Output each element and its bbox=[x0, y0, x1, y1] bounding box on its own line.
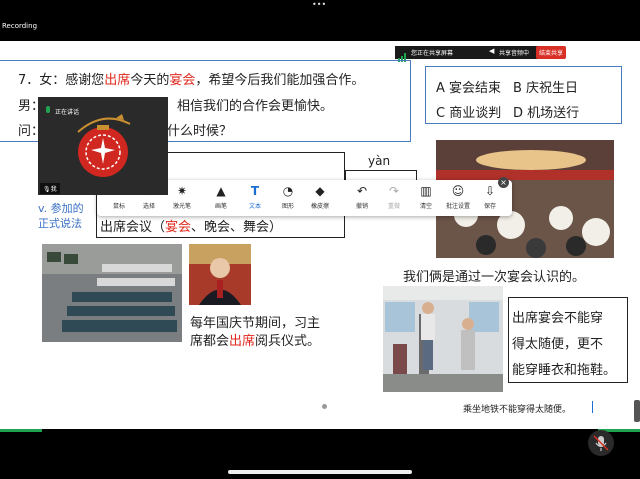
eraser-icon: ◆ bbox=[315, 184, 325, 198]
recording-indicator: Recording bbox=[2, 22, 38, 30]
tool-pen[interactable]: ▲ 画笔 bbox=[206, 184, 236, 210]
mute-mic-button[interactable] bbox=[588, 430, 614, 456]
tool-label: 重做 bbox=[387, 203, 400, 210]
side-scroll-handle[interactable] bbox=[634, 400, 640, 422]
tool-label: 鼠标 bbox=[112, 203, 125, 210]
tool-label: 保存 bbox=[483, 203, 496, 210]
dress-code-line-3: 能穿睡衣和拖鞋。 bbox=[512, 363, 617, 378]
question-line-1: 7．女：感谢您出席今天的宴会，希望今后我们能加强合作。 bbox=[18, 73, 365, 88]
tool-label: 清空 bbox=[419, 203, 432, 210]
tool-label: 激光笔 bbox=[172, 203, 191, 210]
option-d: D 机场送行 bbox=[513, 106, 580, 121]
tool-save[interactable]: ⇩ 保存 bbox=[475, 184, 505, 210]
tool-eraser[interactable]: ◆ 橡皮擦 bbox=[305, 184, 335, 210]
redo-icon: ↷ bbox=[388, 184, 400, 198]
stop-share-button[interactable]: 结束共享 bbox=[536, 46, 567, 59]
military-parade-image bbox=[42, 244, 182, 342]
banquet-sentence: 我们俩是通过一次宴会认识的。 bbox=[403, 270, 586, 285]
avatar bbox=[68, 112, 138, 182]
annotation-settings-icon: ☺ bbox=[451, 184, 465, 198]
share-status-text: 您正在共享屏幕 bbox=[411, 50, 454, 57]
question-line-3: 什么时候？ bbox=[167, 124, 233, 139]
text-icon: T bbox=[250, 184, 260, 198]
tool-redo[interactable]: ↷ 重做 bbox=[379, 184, 409, 210]
home-indicator[interactable] bbox=[228, 470, 412, 474]
slide-page-dot[interactable] bbox=[322, 404, 327, 409]
shape-icon: ◔ bbox=[282, 184, 294, 198]
tool-label: 橡皮擦 bbox=[310, 203, 329, 210]
vocab-note-line-1: v. 参加的 bbox=[38, 202, 84, 215]
toolbar-close-icon[interactable]: × bbox=[498, 177, 509, 188]
option-b: B 庆祝生日 bbox=[513, 81, 579, 96]
subway-image bbox=[383, 286, 503, 392]
speaker-icon: ◀ bbox=[489, 47, 495, 55]
pinyin-label: yàn bbox=[368, 154, 391, 168]
tool-label: 撤销 bbox=[355, 203, 368, 210]
leader-portrait-image bbox=[189, 244, 251, 305]
participant-name-tag: 🎙我 bbox=[40, 183, 60, 194]
share-audio-text[interactable]: 共享音频中 bbox=[499, 48, 529, 57]
tool-undo[interactable]: ↶ 撤销 bbox=[347, 184, 377, 210]
mic-off-icon bbox=[593, 435, 609, 451]
mic-small-icon: 🎙 bbox=[43, 186, 51, 193]
option-a: A 宴会结束 bbox=[436, 81, 502, 96]
parade-sentence-line-2: 席都会出席阅兵仪式。 bbox=[190, 334, 321, 349]
undo-icon: ↶ bbox=[356, 184, 368, 198]
option-c: C 商业谈判 bbox=[436, 106, 502, 121]
share-border-bottom-left bbox=[0, 429, 42, 432]
text-cursor bbox=[592, 401, 593, 413]
tool-label: 批注设置 bbox=[445, 203, 470, 210]
trash-icon: ▥ bbox=[420, 184, 432, 198]
question-line-2: 相信我们的合作会更愉快。 bbox=[177, 99, 334, 114]
tool-label: 画笔 bbox=[214, 203, 227, 210]
subway-note: 乘坐地铁不能穿得太随便。 bbox=[463, 405, 572, 415]
dress-code-line-1: 出席宴会不能穿 bbox=[512, 311, 604, 326]
tool-annotation-settings[interactable]: ☺ 批注设置 bbox=[443, 184, 473, 210]
mic-icon bbox=[46, 106, 50, 113]
vocab-note-line-2: 正式说法 bbox=[38, 217, 82, 230]
tool-laser-pointer[interactable]: ✷ 激光笔 bbox=[167, 184, 197, 210]
laser-pointer-icon: ✷ bbox=[176, 184, 188, 198]
tool-text[interactable]: T 文本 bbox=[240, 184, 270, 210]
tool-trash[interactable]: ▥ 清空 bbox=[411, 184, 441, 210]
phrase-text: 出席会议（宴会、晚会、舞会） bbox=[100, 220, 283, 235]
tool-label: 图形 bbox=[281, 203, 294, 210]
dress-code-line-2: 得太随便，更不 bbox=[512, 337, 604, 352]
tool-shape[interactable]: ◔ 图形 bbox=[273, 184, 303, 210]
more-dots[interactable]: ••• bbox=[312, 0, 326, 9]
parade-sentence-line-1: 每年国庆节期间，习主 bbox=[190, 316, 321, 331]
pen-icon: ▲ bbox=[216, 184, 226, 198]
tool-label: 文本 bbox=[248, 203, 261, 210]
tool-label: 选择 bbox=[142, 203, 155, 210]
